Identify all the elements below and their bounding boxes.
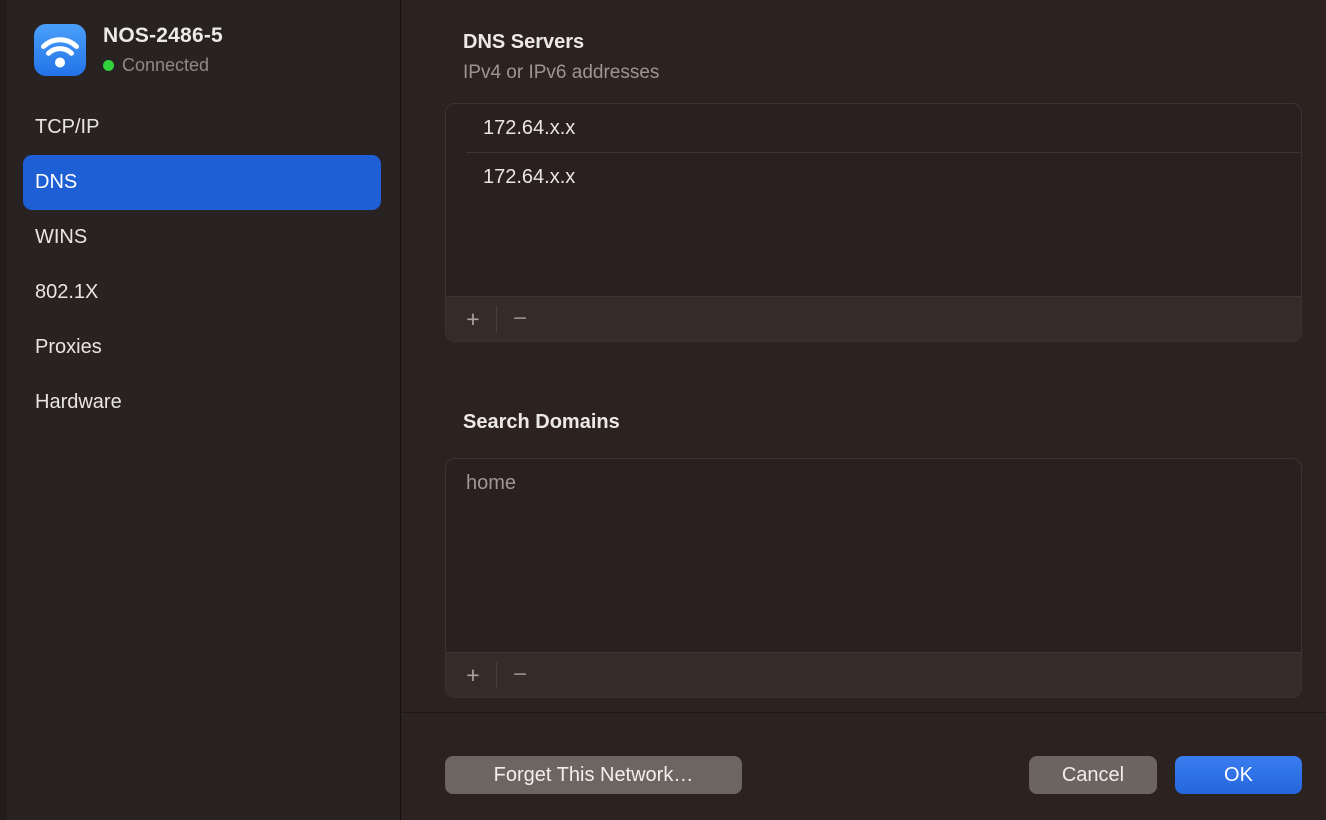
sidebar-item-8021x[interactable]: 802.1X [23,265,381,320]
dns-servers-listbox: 172.64.x.x 172.64.x.x + − [445,103,1302,342]
minus-icon: − [513,663,527,687]
cancel-label: Cancel [1062,764,1124,787]
dns-server-row[interactable]: 172.64.x.x [466,152,1301,201]
ok-label: OK [1224,764,1253,787]
footer-separator [496,662,497,688]
sidebar-item-tcpip[interactable]: TCP/IP [23,100,381,155]
cancel-button[interactable]: Cancel [1029,756,1157,794]
bottom-divider [402,712,1326,713]
sidebar-item-wins[interactable]: WINS [23,210,381,265]
dns-servers-title: DNS Servers [463,31,584,54]
connected-status-dot [103,60,114,71]
dns-server-value: 172.64.x.x [483,166,575,189]
search-domains-title: Search Domains [463,411,620,434]
minus-icon: − [513,307,527,331]
sidebar-item-dns[interactable]: DNS [23,155,381,210]
dns-servers-footer: + − [446,296,1301,341]
add-dns-server-button[interactable]: + [455,297,491,342]
dns-settings-panel: DNS Servers IPv4 or IPv6 addresses 172.6… [402,0,1326,820]
sidebar-item-proxies[interactable]: Proxies [23,320,381,375]
remove-search-domain-button[interactable]: − [502,653,538,698]
remove-dns-server-button[interactable]: − [502,297,538,342]
footer-separator [496,306,497,332]
plus-icon: + [466,664,479,687]
search-domains-listbox: home + − [445,458,1302,698]
add-search-domain-button[interactable]: + [455,653,491,698]
dns-server-value: 172.64.x.x [483,117,575,140]
connection-header: NOS-2486-5 Connected [0,0,400,76]
connection-name: NOS-2486-5 [103,24,223,48]
dns-servers-subtitle: IPv4 or IPv6 addresses [463,62,659,84]
plus-icon: + [466,308,479,331]
search-domain-row[interactable]: home [466,459,1301,507]
search-domains-footer: + − [446,652,1301,697]
settings-nav: TCP/IP DNS WINS 802.1X Proxies Hardware [0,100,400,430]
sidebar-item-hardware[interactable]: Hardware [23,375,381,430]
wifi-icon [34,24,86,76]
connection-status: Connected [122,55,209,76]
forget-network-button[interactable]: Forget This Network… [445,756,742,794]
ok-button[interactable]: OK [1175,756,1302,794]
sidebar: NOS-2486-5 Connected TCP/IP DNS WINS 802… [0,0,401,820]
search-domain-value: home [466,472,516,495]
dns-server-row[interactable]: 172.64.x.x [466,104,1301,152]
forget-network-label: Forget This Network… [494,764,694,787]
